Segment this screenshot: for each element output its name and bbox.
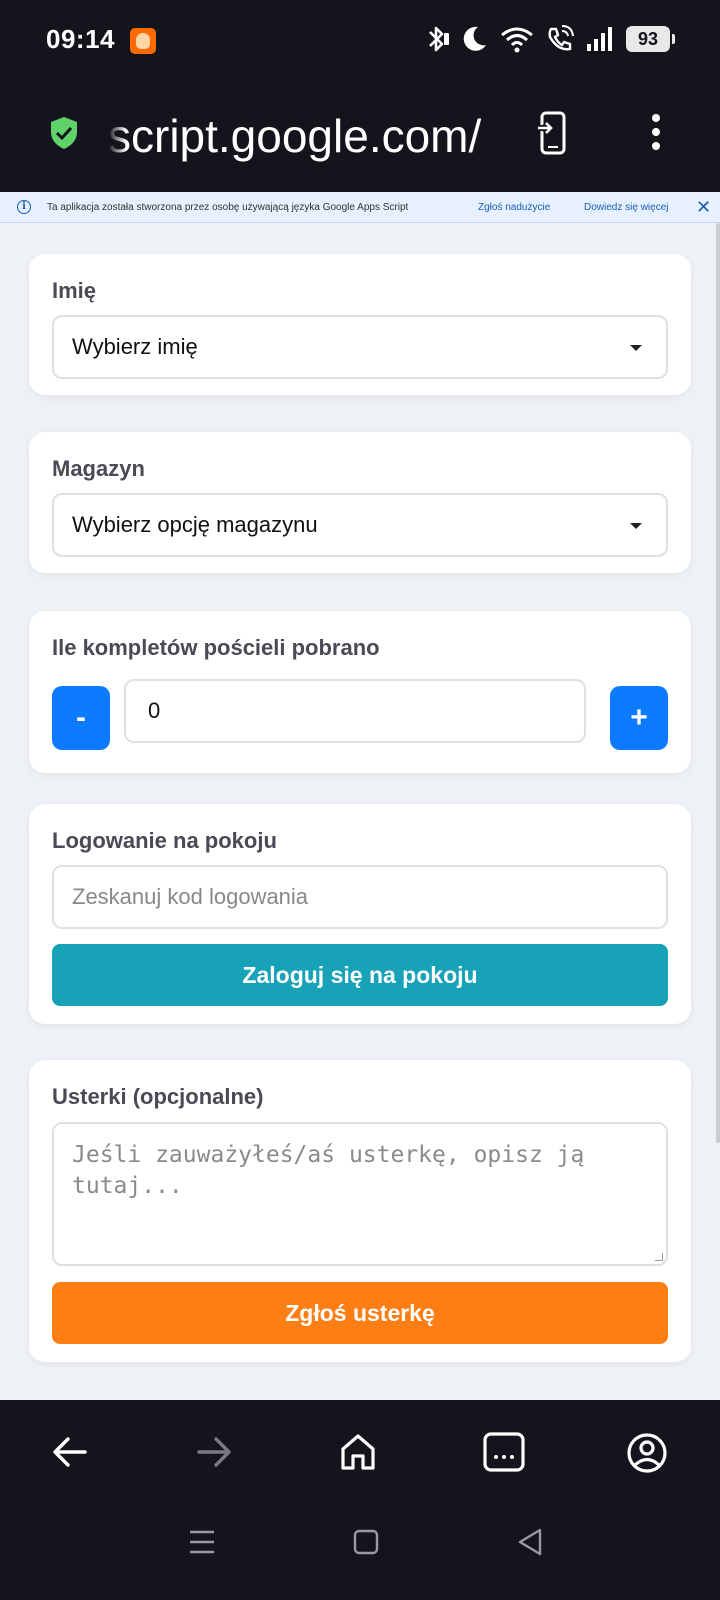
- report-defect-button[interactable]: Zgłoś usterkę: [52, 1282, 668, 1344]
- app-notification-icon: [130, 28, 156, 54]
- status-icons: 93: [424, 24, 675, 54]
- increment-button[interactable]: +: [610, 686, 668, 750]
- warehouse-select[interactable]: Wybierz opcję magazynu: [52, 493, 668, 557]
- wifi-call-icon: [548, 25, 574, 51]
- url-field[interactable]: script.google.com/: [108, 106, 508, 166]
- back-triangle-icon[interactable]: [516, 1527, 544, 1557]
- menu-icon[interactable]: [188, 1528, 216, 1556]
- defect-description-textarea[interactable]: Jeśli zauważyłeś/aś usterkę, opisz ją tu…: [52, 1122, 668, 1266]
- warehouse-label: Magazyn: [52, 456, 145, 481]
- forward-arrow-icon[interactable]: [196, 1432, 232, 1472]
- browser-bottom-nav: [0, 1400, 720, 1510]
- defects-label: Usterki (opcjonalne): [52, 1084, 264, 1109]
- bluetooth-icon: [429, 26, 449, 52]
- name-label: Imię: [52, 278, 97, 303]
- status-time: 09:14: [46, 24, 115, 54]
- shield-icon[interactable]: [50, 116, 78, 150]
- page-content: i Ta aplikacja została stworzona przez o…: [0, 192, 720, 1400]
- room-login-button[interactable]: Zaloguj się na pokoju: [52, 944, 668, 1006]
- tabs-icon[interactable]: [483, 1432, 525, 1472]
- home-icon[interactable]: [340, 1432, 376, 1472]
- bedding-label: Ile kompletów pościeli pobrano: [52, 635, 380, 660]
- warehouse-select-value: Wybierz opcję magazynu: [72, 512, 318, 537]
- login-code-input[interactable]: Zeskanuj kod logowania: [52, 865, 668, 929]
- name-select[interactable]: Wybierz imię: [52, 315, 668, 379]
- back-arrow-icon[interactable]: [52, 1432, 88, 1472]
- banner-message: Ta aplikacja została stworzona przez oso…: [47, 202, 409, 213]
- profile-icon[interactable]: [626, 1432, 668, 1474]
- name-select-value: Wybierz imię: [72, 334, 198, 359]
- apps-script-banner: i Ta aplikacja została stworzona przez o…: [0, 192, 720, 223]
- resize-handle[interactable]: [655, 1253, 663, 1261]
- name-card: Imię Wybierz imię: [29, 254, 691, 395]
- battery-icon: 93: [626, 26, 675, 52]
- home-square-icon[interactable]: [352, 1528, 380, 1556]
- moon-icon: [463, 26, 486, 51]
- system-nav-bar: [0, 1510, 720, 1600]
- wifi-icon: [501, 27, 533, 53]
- info-icon: i: [17, 200, 31, 214]
- learn-more-link[interactable]: Dowiedz się więcej: [584, 202, 668, 213]
- scrollbar[interactable]: [716, 223, 720, 1143]
- warehouse-card: Magazyn Wybierz opcję magazynu: [29, 432, 691, 573]
- room-login-label: Logowanie na pokoju: [52, 828, 277, 853]
- chevron-down-icon: [630, 345, 642, 351]
- status-bar: 09:14 93: [0, 0, 720, 82]
- chevron-down-icon: [630, 523, 642, 529]
- decrement-button[interactable]: -: [52, 686, 110, 750]
- room-login-card: Logowanie na pokoju Zeskanuj kod logowan…: [29, 804, 691, 1024]
- more-vert-icon[interactable]: [646, 114, 666, 154]
- mirror-device-icon[interactable]: [538, 110, 568, 156]
- signal-icon: [587, 27, 612, 51]
- quantity-input[interactable]: 0: [124, 679, 586, 743]
- report-abuse-link[interactable]: Zgłoś nadużycie: [478, 202, 550, 213]
- textarea-placeholder: Jeśli zauważyłeś/aś usterkę, opisz ją tu…: [72, 1142, 585, 1199]
- close-icon[interactable]: ✕: [696, 196, 711, 218]
- browser-toolbar: script.google.com/: [0, 82, 720, 192]
- bedding-card: Ile kompletów pościeli pobrano - 0 +: [29, 611, 691, 773]
- defects-card: Usterki (opcjonalne) Jeśli zauważyłeś/aś…: [29, 1060, 691, 1362]
